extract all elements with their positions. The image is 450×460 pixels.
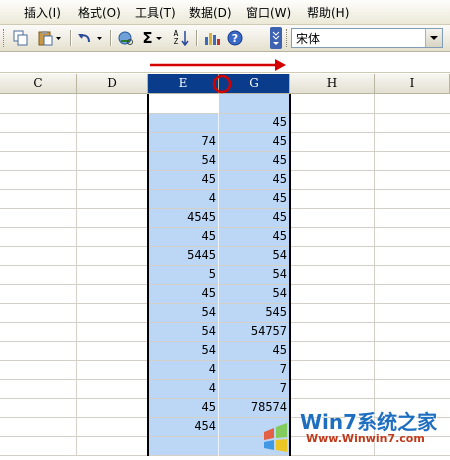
cell-g11[interactable]: 54 (221, 284, 287, 303)
cell-g16[interactable]: 7 (221, 379, 287, 398)
cell-g4[interactable]: 45 (221, 151, 287, 170)
formula-bar[interactable] (0, 52, 450, 73)
cell-e10[interactable]: 5 (150, 265, 216, 284)
cell-e14[interactable]: 54 (150, 341, 216, 360)
cell-g7[interactable]: 45 (221, 208, 287, 227)
font-name-value: 宋体 (296, 32, 321, 46)
cell-g3[interactable]: 45 (221, 132, 287, 151)
column-header-row: C D E G H I (0, 74, 450, 94)
watermark-logo: Win7系统之家 Www.Winwin7.com (250, 402, 450, 456)
watermark-brand: Win7系统之家 (300, 410, 438, 434)
column-header-c[interactable]: C (0, 74, 77, 94)
cell-g13[interactable]: 54757 (221, 322, 287, 341)
cell-e3[interactable]: 74 (150, 132, 216, 151)
cell-g9[interactable]: 54 (221, 246, 287, 265)
dropdown-arrow-icon[interactable] (425, 29, 442, 47)
cell-e15[interactable]: 4 (150, 360, 216, 379)
cell-g10[interactable]: 54 (221, 265, 287, 284)
toolbar-options-icon[interactable] (270, 27, 282, 49)
cell-e9[interactable]: 5445 (150, 246, 216, 265)
cell-e6[interactable]: 4 (150, 189, 216, 208)
undo-icon[interactable] (76, 29, 106, 47)
cell-e8[interactable]: 45 (150, 227, 216, 246)
hyperlink-icon[interactable] (116, 29, 136, 47)
cell-e12[interactable]: 54 (150, 303, 216, 322)
column-header-g[interactable]: G (219, 74, 290, 94)
cell-e17[interactable]: 45 (150, 398, 216, 417)
column-header-i[interactable]: I (375, 74, 450, 94)
column-header-e[interactable]: E (148, 74, 219, 94)
column-header-h[interactable]: H (290, 74, 375, 94)
column-header-d[interactable]: D (77, 74, 148, 94)
toolbar-grip[interactable] (3, 29, 7, 47)
cell-g2[interactable]: 45 (221, 113, 287, 132)
cell-g14[interactable]: 45 (221, 341, 287, 360)
cell-g5[interactable]: 45 (221, 170, 287, 189)
cell-g8[interactable]: 45 (221, 227, 287, 246)
help-icon[interactable]: ? (226, 29, 244, 47)
toolbar-grip-2[interactable] (286, 29, 289, 47)
cell-e7[interactable]: 4545 (150, 208, 216, 227)
cell-g15[interactable]: 7 (221, 360, 287, 379)
chart-icon[interactable] (202, 29, 222, 47)
cell-e5[interactable]: 45 (150, 170, 216, 189)
font-name-box[interactable]: 宋体 (291, 28, 443, 48)
menu-help[interactable]: 帮助(H) (307, 4, 349, 21)
menu-bar: 插入(I) 格式(O) 工具(T) 数据(D) 窗口(W) 帮助(H) (0, 0, 450, 25)
cell-e4[interactable]: 54 (150, 151, 216, 170)
autosum-icon[interactable]: Σ (140, 29, 166, 47)
cell-e11[interactable]: 45 (150, 284, 216, 303)
sort-icon[interactable]: AZ (170, 29, 192, 47)
cell-g6[interactable]: 45 (221, 189, 287, 208)
cell-e18[interactable]: 454 (150, 417, 216, 436)
cell-g12[interactable]: 545 (221, 303, 287, 322)
menu-insert[interactable]: 插入(I) (24, 4, 61, 21)
menu-tools[interactable]: 工具(T) (135, 4, 176, 21)
paste-icon[interactable] (36, 29, 64, 47)
watermark-url: Www.Winwin7.com (306, 432, 425, 445)
copy-icon[interactable] (12, 29, 30, 47)
menu-format[interactable]: 格式(O) (78, 4, 121, 21)
cell-e16[interactable]: 4 (150, 379, 216, 398)
menu-data[interactable]: 数据(D) (189, 4, 232, 21)
menu-window[interactable]: 窗口(W) (246, 4, 291, 21)
cell-e13[interactable]: 54 (150, 322, 216, 341)
